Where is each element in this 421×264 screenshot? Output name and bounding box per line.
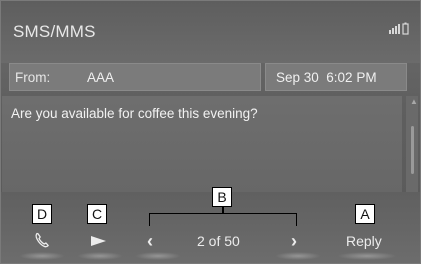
send-button-glow	[77, 252, 123, 260]
prev-button-glow	[135, 252, 181, 260]
callout-c: C	[87, 204, 107, 224]
play-icon[interactable]	[91, 236, 106, 246]
callout-a: A	[355, 204, 375, 224]
scrollbar-thumb[interactable]	[411, 126, 414, 174]
call-button-glow	[19, 252, 65, 260]
phone-icon[interactable]	[34, 232, 50, 248]
page-indicator: 2 of 50	[197, 233, 240, 249]
scroll-up-icon[interactable]: ▲	[410, 97, 418, 106]
chevron-right-icon[interactable]: ›	[291, 231, 297, 252]
reply-button[interactable]: Reply	[346, 233, 382, 249]
status-icons	[389, 22, 409, 35]
screen-title: SMS/MMS	[13, 22, 96, 41]
reply-button-glow	[337, 252, 397, 260]
battery-icon	[402, 22, 409, 35]
chevron-left-icon[interactable]: ‹	[147, 231, 153, 252]
from-label: From:	[15, 70, 51, 85]
signal-icon	[389, 24, 400, 34]
message-body: Are you available for coffee this evenin…	[11, 106, 258, 121]
callout-b-bracket	[149, 213, 297, 226]
message-timestamp: Sep 30 6:02 PM	[276, 70, 377, 85]
callout-b-stem	[222, 207, 224, 213]
sender-name: AAA	[87, 70, 115, 85]
callout-d: D	[32, 204, 52, 224]
next-button-glow	[275, 252, 321, 260]
callout-b: B	[212, 187, 232, 207]
